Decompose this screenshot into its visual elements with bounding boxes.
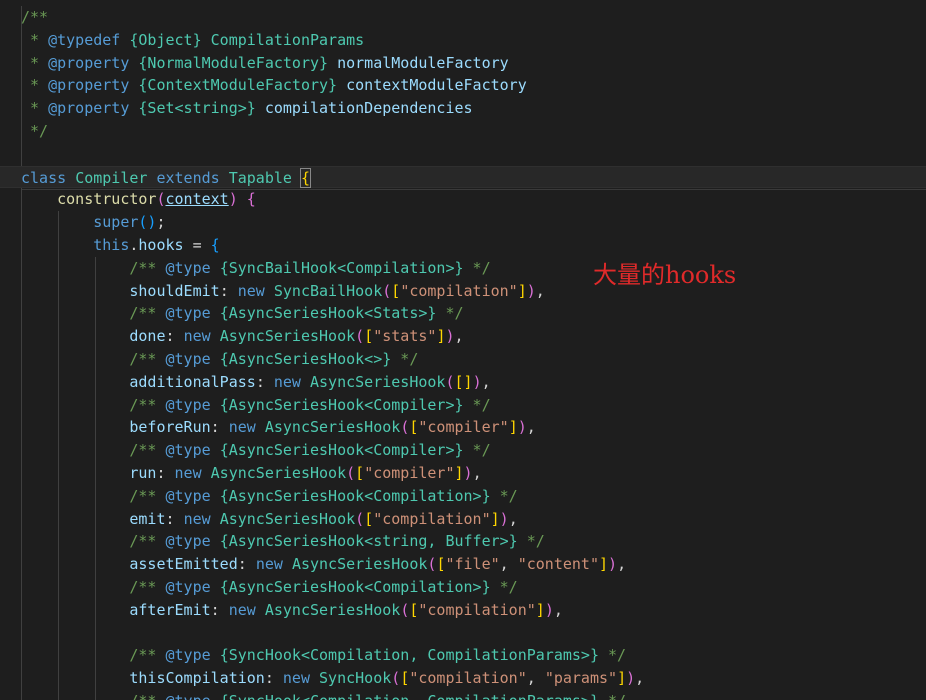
code-text: assetEmitted: new AsyncSeriesHook(["file… <box>129 555 627 574</box>
code-line[interactable]: /** @type {SyncBailHook<Compilation>} */ <box>0 256 926 280</box>
code-line[interactable]: /** @type {SyncHook<Compilation, Compila… <box>0 690 926 700</box>
code-text: /** @type {AsyncSeriesHook<string, Buffe… <box>129 532 545 551</box>
code-text: shouldEmit: new SyncBailHook(["compilati… <box>129 281 545 300</box>
indent-guide <box>57 621 59 645</box>
code-line[interactable]: * @property {NormalModuleFactory} normal… <box>0 51 926 75</box>
code-text: /** @type {SyncHook<Compilation, Compila… <box>129 646 627 665</box>
code-line[interactable]: done: new AsyncSeriesHook(["stats"]), <box>0 325 926 348</box>
code-text: this.hooks = { <box>93 236 220 254</box>
code-line[interactable]: additionalPass: new AsyncSeriesHook([]), <box>0 370 926 394</box>
code-text: run: new AsyncSeriesHook(["compiler"]), <box>129 464 482 482</box>
code-text: * @property {ContextModuleFactory} conte… <box>21 76 527 95</box>
code-text: /** @type {AsyncSeriesHook<Compiler>} */ <box>129 395 491 414</box>
code-text: constructor(context) { <box>57 190 256 209</box>
code-text: /** @type {SyncBailHook<Compilation>} */ <box>129 258 491 277</box>
code-line[interactable] <box>0 621 926 645</box>
code-line[interactable]: /** @type {AsyncSeriesHook<Stats>} */ <box>0 302 926 326</box>
code-editor[interactable]: /** * @typedef {Object} CompilationParam… <box>0 0 926 700</box>
code-line[interactable]: emit: new AsyncSeriesHook(["compilation"… <box>0 507 926 531</box>
code-line[interactable]: /** @type {AsyncSeriesHook<Compilation>}… <box>0 576 926 599</box>
code-line[interactable]: /** @type {AsyncSeriesHook<Compilation>}… <box>0 484 926 508</box>
code-line[interactable]: * @property {Set<string>} compilationDep… <box>0 97 926 120</box>
code-text: class Compiler extends Tapable { <box>21 167 312 188</box>
code-line[interactable]: afterEmit: new AsyncSeriesHook(["compila… <box>0 598 926 622</box>
code-text: /** @type {AsyncSeriesHook<Compilation>}… <box>129 578 518 596</box>
code-line[interactable]: /** <box>0 6 926 29</box>
code-text: /** <box>21 8 49 26</box>
code-text: thisCompilation: new SyncHook(["compilat… <box>129 669 645 688</box>
code-line[interactable]: /** @type {SyncHook<Compilation, Compila… <box>0 644 926 668</box>
code-line[interactable]: super(); <box>0 211 926 234</box>
indent-guide <box>21 621 22 645</box>
code-line[interactable]: /** @type {AsyncSeriesHook<Compiler>} */ <box>0 393 926 417</box>
code-line[interactable]: thisCompilation: new SyncHook(["compilat… <box>0 667 926 690</box>
code-text: additionalPass: new AsyncSeriesHook([]), <box>129 372 491 391</box>
indent-guide <box>21 142 22 166</box>
code-line[interactable]: run: new AsyncSeriesHook(["compiler"]), <box>0 462 926 485</box>
code-text: beforeRun: new AsyncSeriesHook(["compile… <box>129 418 536 437</box>
annotation-text: 大量的hooks <box>593 261 737 289</box>
code-text: done: new AsyncSeriesHook(["stats"]), <box>129 327 464 346</box>
code-line[interactable]: * @property {ContextModuleFactory} conte… <box>0 74 926 98</box>
code-line[interactable]: beforeRun: new AsyncSeriesHook(["compile… <box>0 416 926 440</box>
code-text: /** @type {AsyncSeriesHook<>} */ <box>129 350 419 368</box>
code-line[interactable]: assetEmitted: new AsyncSeriesHook(["file… <box>0 553 926 576</box>
code-text: emit: new AsyncSeriesHook(["compilation"… <box>129 509 518 528</box>
code-text: afterEmit: new AsyncSeriesHook(["compila… <box>129 600 563 619</box>
code-text: */ <box>21 122 49 140</box>
code-text: /** @type {SyncHook<Compilation, Compila… <box>21 690 626 700</box>
code-line[interactable]: /** @type {AsyncSeriesHook<string, Buffe… <box>0 530 926 554</box>
code-text: /** @type {AsyncSeriesHook<Stats>} */ <box>129 304 464 323</box>
code-line[interactable]: shouldEmit: new SyncBailHook(["compilati… <box>0 279 926 303</box>
code-text: super(); <box>93 213 166 232</box>
code-line[interactable]: constructor(context) { <box>0 188 926 212</box>
code-line[interactable]: /** @type {AsyncSeriesHook<>} */ <box>0 348 926 371</box>
code-line[interactable]: class Compiler extends Tapable { <box>0 165 926 189</box>
code-line[interactable]: */ <box>0 120 926 143</box>
code-line[interactable]: * @typedef {Object} CompilationParams <box>0 28 926 52</box>
code-text: /** @type {AsyncSeriesHook<Compilation>}… <box>129 486 518 505</box>
code-line[interactable]: this.hooks = { <box>0 234 926 257</box>
code-text: /** @type {AsyncSeriesHook<Compiler>} */ <box>129 441 491 460</box>
code-text: * @typedef {Object} CompilationParams <box>21 30 365 49</box>
code-text: * @property {Set<string>} compilationDep… <box>21 99 473 118</box>
code-text: * @property {NormalModuleFactory} normal… <box>21 53 509 72</box>
code-line[interactable] <box>0 142 926 166</box>
indent-guide <box>94 621 96 645</box>
code-line[interactable]: /** @type {AsyncSeriesHook<Compiler>} */ <box>0 439 926 462</box>
